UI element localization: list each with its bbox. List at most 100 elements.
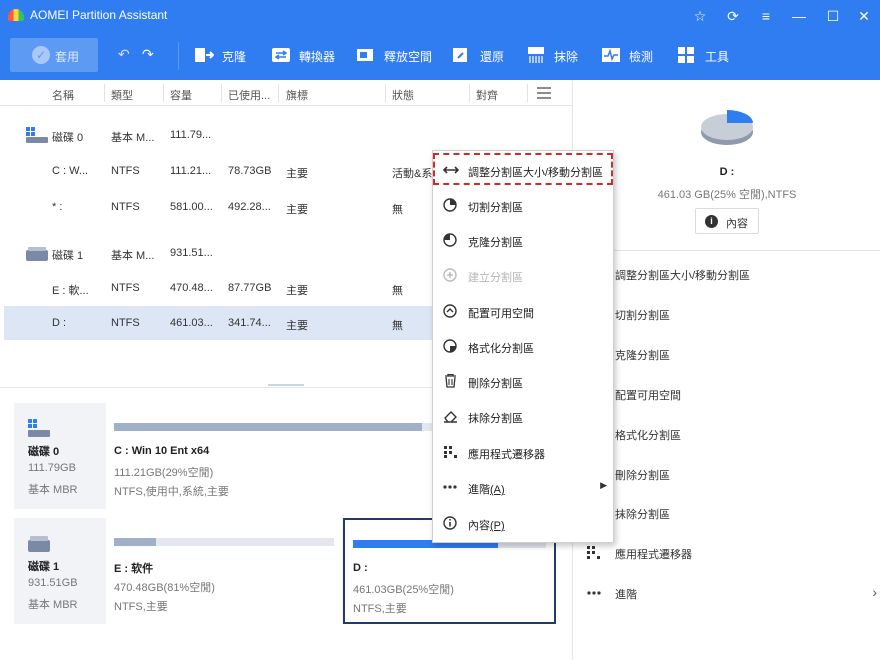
format-icon — [443, 339, 457, 353]
cell-used: 341.74... — [228, 317, 271, 329]
disk-icon — [28, 536, 50, 552]
column-status[interactable]: 狀態 — [392, 87, 414, 103]
partition-fs: NTFS,主要 — [353, 603, 407, 615]
op-app-mover[interactable]: 應用程式遷移器 — [587, 542, 880, 564]
op-clone[interactable]: 克隆分割區 — [587, 343, 880, 365]
partition-info: 461.03GB(25%空閒) — [353, 584, 454, 596]
cell-type: NTFS — [111, 165, 140, 177]
clone-partition-icon — [443, 233, 457, 247]
close-button[interactable]: ✕ — [853, 5, 875, 27]
cell-type: NTFS — [111, 201, 140, 213]
menu-label: 內容 — [468, 520, 490, 532]
star-icon[interactable]: ☆ — [689, 5, 711, 27]
properties-panel: D : 461.03 GB(25% 空閒),NTFS i 內容 調整分割區大小/… — [572, 80, 880, 660]
menu-item-create-partition[interactable]: 建立分割區 — [433, 260, 613, 290]
disk-info: 磁碟 0 111.79GB 基本 MBR — [14, 403, 106, 509]
partition-name: D : — [353, 562, 368, 574]
cell-used: 87.77GB — [228, 282, 272, 294]
cell-name: * : — [52, 201, 63, 213]
column-divider — [104, 84, 105, 102]
column-divider — [278, 84, 279, 102]
redo-icon[interactable]: ↷ — [142, 46, 154, 63]
cell-name: 磁碟 1 — [52, 250, 84, 262]
toolbar-divider — [178, 42, 179, 70]
column-used[interactable]: 已使用... — [228, 87, 270, 103]
clone-icon — [195, 48, 214, 62]
maximize-button[interactable]: ☐ — [822, 5, 844, 27]
op-split[interactable]: 切割分割區 — [587, 303, 880, 325]
cell-capacity: 461.03... — [170, 317, 213, 329]
cell-used: 492.28... — [228, 201, 271, 213]
cell-status: 無 — [392, 285, 403, 297]
column-divider — [385, 84, 386, 102]
cell-type: 基本 M... — [111, 250, 155, 262]
op-advanced[interactable]: 進階 › — [587, 582, 880, 604]
op-allocate[interactable]: 配置可用空間 — [587, 383, 880, 405]
cell-status: 活動&系 — [392, 168, 433, 180]
cell-name: D : — [52, 317, 67, 329]
apply-button[interactable]: ✓ 套用 — [10, 38, 98, 72]
cell-type: NTFS — [111, 317, 140, 329]
menu-item-allocate-space[interactable]: 配置可用空間 — [433, 296, 613, 326]
disk-name: 磁碟 0 — [28, 446, 60, 458]
info-icon: i — [705, 215, 718, 228]
op-format[interactable]: 格式化分割區 — [587, 423, 880, 445]
minimize-button[interactable]: — — [788, 5, 810, 27]
menu-item-clone-partition[interactable]: 克隆分割區 — [433, 225, 613, 255]
menu-item-app-mover[interactable]: 應用程式遷移器 — [433, 437, 613, 467]
info-icon — [443, 516, 457, 530]
column-name[interactable]: 名稱 — [52, 87, 74, 103]
cell-name: 磁碟 0 — [52, 132, 84, 144]
partition-title: D : — [719, 166, 735, 178]
more-icon — [587, 591, 601, 595]
check-icon: ✓ — [32, 46, 50, 64]
cell-capacity: 470.48... — [170, 282, 213, 294]
partition-block[interactable]: E : 软件 470.48GB(81%空閒) NTFS,主要 — [106, 518, 342, 624]
menu-item-resize[interactable]: 調整分割區大小/移動分割區 — [433, 155, 613, 185]
menu-icon[interactable]: ≡ — [755, 5, 777, 27]
resize-handle[interactable] — [268, 384, 304, 388]
column-capacity[interactable]: 容量 — [170, 87, 192, 103]
chevron-right-icon: › — [872, 584, 877, 600]
column-settings-icon[interactable] — [537, 87, 551, 99]
menu-item-delete[interactable]: 刪除分割區 — [433, 366, 613, 396]
menu-accelerator: (A) — [490, 484, 505, 496]
convert-icon — [272, 48, 290, 62]
cell-name: C : W... — [52, 165, 89, 177]
menu-item-erase[interactable]: 抹除分割區 — [433, 401, 613, 431]
undo-icon[interactable]: ↶ — [118, 46, 130, 63]
op-delete[interactable]: 刪除分割區 — [587, 463, 880, 485]
create-partition-icon — [443, 268, 457, 282]
partition-fs: NTFS,主要 — [114, 601, 168, 613]
column-divider — [469, 84, 470, 102]
submenu-arrow-icon: ▶ — [600, 480, 607, 490]
title-bar: AOMEI Partition Assistant ☆ ⟳ ≡ — ☐ ✕ — [0, 0, 880, 32]
op-wipe[interactable]: 抹除分割區 — [587, 502, 880, 524]
menu-item-properties[interactable]: 內容(P) — [433, 508, 613, 538]
properties-button[interactable]: i 內容 — [695, 208, 759, 234]
table-row[interactable]: 磁碟 0 基本 M... 111.79... — [4, 118, 572, 152]
usage-fill — [114, 538, 156, 546]
menu-accelerator: (P) — [490, 520, 505, 532]
allocate-space-icon — [443, 304, 457, 318]
column-divider — [527, 84, 528, 102]
menu-item-format[interactable]: 格式化分割區 — [433, 331, 613, 361]
cell-status: 無 — [392, 320, 403, 332]
split-icon — [443, 198, 457, 212]
disk-size: 111.79GB — [28, 462, 76, 474]
panel-divider — [587, 250, 880, 251]
disk-icon — [28, 419, 50, 437]
disk-name: 磁碟 1 — [28, 561, 60, 573]
menu-item-split[interactable]: 切割分割區 — [433, 190, 613, 220]
op-resize[interactable]: 調整分割區大小/移動分割區 — [587, 263, 880, 285]
column-alignment[interactable]: 對齊 — [476, 87, 498, 103]
refresh-icon[interactable]: ⟳ — [722, 5, 744, 27]
disk-icon — [26, 127, 48, 143]
cell-used: 78.73GB — [228, 165, 272, 177]
menu-item-advanced[interactable]: 進階(A) ▶ — [433, 472, 613, 502]
usage-fill — [114, 423, 423, 431]
menu-label: 進階 — [468, 484, 490, 496]
column-flag[interactable]: 旗標 — [286, 87, 308, 103]
cell-capacity: 111.79... — [170, 129, 212, 141]
column-type[interactable]: 類型 — [111, 87, 133, 103]
